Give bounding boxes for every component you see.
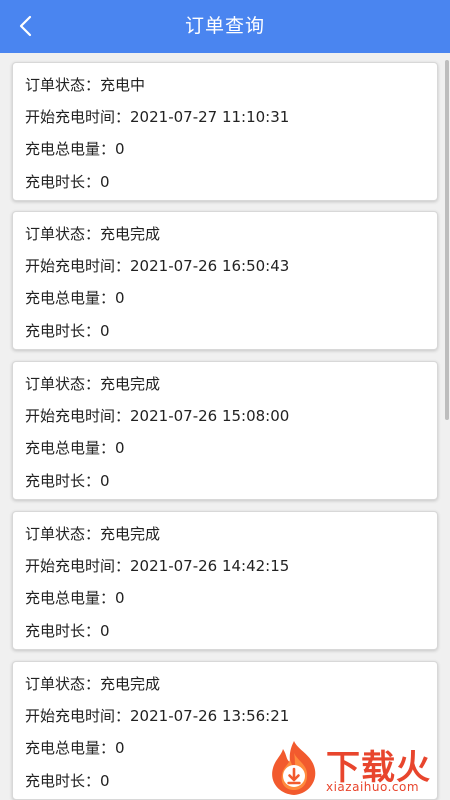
order-status-label: 订单状态： [25, 225, 101, 243]
order-status-label: 订单状态： [25, 675, 101, 693]
order-card[interactable]: 订单状态：充电完成 开始充电时间：2021-07-26 14:42:15 充电总… [12, 511, 438, 650]
order-list[interactable]: 订单状态：充电中 开始充电时间：2021-07-27 11:10:31 充电总电… [0, 53, 450, 800]
start-time-label: 开始充电时间： [25, 707, 131, 725]
duration-value: 0 [100, 173, 110, 191]
duration-label: 充电时长： [25, 322, 101, 340]
order-status-value: 充电完成 [100, 675, 161, 693]
duration-row: 充电时长：0 [25, 170, 110, 194]
start-time-label: 开始充电时间： [25, 407, 131, 425]
total-energy-value: 0 [115, 439, 125, 457]
flame-download-icon [272, 741, 316, 795]
watermark-url: xiazaihuo.com [326, 780, 420, 794]
top-app-bar: 订单查询 [0, 0, 450, 53]
start-time-value: 2021-07-26 16:50:43 [130, 257, 290, 275]
total-energy-label: 充电总电量： [25, 739, 116, 757]
start-time-value: 2021-07-27 11:10:31 [130, 108, 290, 126]
total-energy-value: 0 [115, 289, 125, 307]
start-time-label: 开始充电时间： [25, 257, 131, 275]
start-time-row: 开始充电时间：2021-07-26 13:56:21 [25, 704, 289, 728]
duration-label: 充电时长： [25, 622, 101, 640]
page-title: 订单查询 [184, 15, 265, 37]
total-energy-row: 充电总电量：0 [25, 286, 125, 310]
order-status-label: 订单状态： [25, 375, 101, 393]
duration-value: 0 [100, 772, 110, 790]
start-time-row: 开始充电时间：2021-07-26 14:42:15 [25, 554, 289, 578]
total-energy-row: 充电总电量：0 [25, 586, 125, 610]
duration-row: 充电时长：0 [25, 319, 110, 343]
order-status-label: 订单状态： [25, 76, 101, 94]
order-status-value: 充电完成 [100, 225, 161, 243]
order-card[interactable]: 订单状态：充电完成 开始充电时间：2021-07-26 16:50:43 充电总… [12, 211, 438, 350]
duration-row: 充电时长：0 [25, 769, 110, 793]
watermark: 下载火 xiazaihuo.com [262, 736, 448, 798]
order-query-screen: 订单查询 订单状态：充电中 开始充电时间：2021-07-27 11:10:31… [0, 0, 450, 800]
total-energy-row: 充电总电量：0 [25, 137, 125, 161]
duration-row: 充电时长：0 [25, 619, 110, 643]
order-status-value: 充电完成 [100, 375, 161, 393]
order-status-row: 订单状态：充电完成 [25, 522, 160, 546]
total-energy-value: 0 [115, 140, 125, 158]
order-status-label: 订单状态： [25, 525, 101, 543]
total-energy-label: 充电总电量： [25, 289, 116, 307]
duration-label: 充电时长： [25, 472, 101, 490]
order-status-row: 订单状态：充电完成 [25, 222, 160, 246]
order-status-value: 充电完成 [100, 525, 161, 543]
duration-value: 0 [100, 472, 110, 490]
order-card[interactable]: 订单状态：充电中 开始充电时间：2021-07-27 11:10:31 充电总电… [12, 62, 438, 201]
order-status-row: 订单状态：充电中 [25, 73, 145, 97]
order-card[interactable]: 订单状态：充电完成 开始充电时间：2021-07-26 15:08:00 充电总… [12, 361, 438, 500]
duration-label: 充电时长： [25, 173, 101, 191]
start-time-row: 开始充电时间：2021-07-26 15:08:00 [25, 404, 289, 428]
total-energy-value: 0 [115, 589, 125, 607]
total-energy-label: 充电总电量： [25, 589, 116, 607]
duration-label: 充电时长： [25, 772, 101, 790]
order-status-row: 订单状态：充电完成 [25, 672, 160, 696]
start-time-row: 开始充电时间：2021-07-26 16:50:43 [25, 254, 289, 278]
duration-value: 0 [100, 622, 110, 640]
duration-row: 充电时长：0 [25, 469, 110, 493]
total-energy-label: 充电总电量： [25, 140, 116, 158]
start-time-value: 2021-07-26 15:08:00 [130, 407, 290, 425]
total-energy-row: 充电总电量：0 [25, 436, 125, 460]
scrollbar[interactable] [445, 60, 449, 420]
total-energy-label: 充电总电量： [25, 439, 116, 457]
order-status-value: 充电中 [100, 76, 146, 94]
duration-value: 0 [100, 322, 110, 340]
order-status-row: 订单状态：充电完成 [25, 372, 160, 396]
start-time-label: 开始充电时间： [25, 557, 131, 575]
start-time-value: 2021-07-26 14:42:15 [130, 557, 290, 575]
total-energy-row: 充电总电量：0 [25, 736, 125, 760]
start-time-row: 开始充电时间：2021-07-27 11:10:31 [25, 105, 289, 129]
start-time-value: 2021-07-26 13:56:21 [130, 707, 290, 725]
start-time-label: 开始充电时间： [25, 108, 131, 126]
total-energy-value: 0 [115, 739, 125, 757]
